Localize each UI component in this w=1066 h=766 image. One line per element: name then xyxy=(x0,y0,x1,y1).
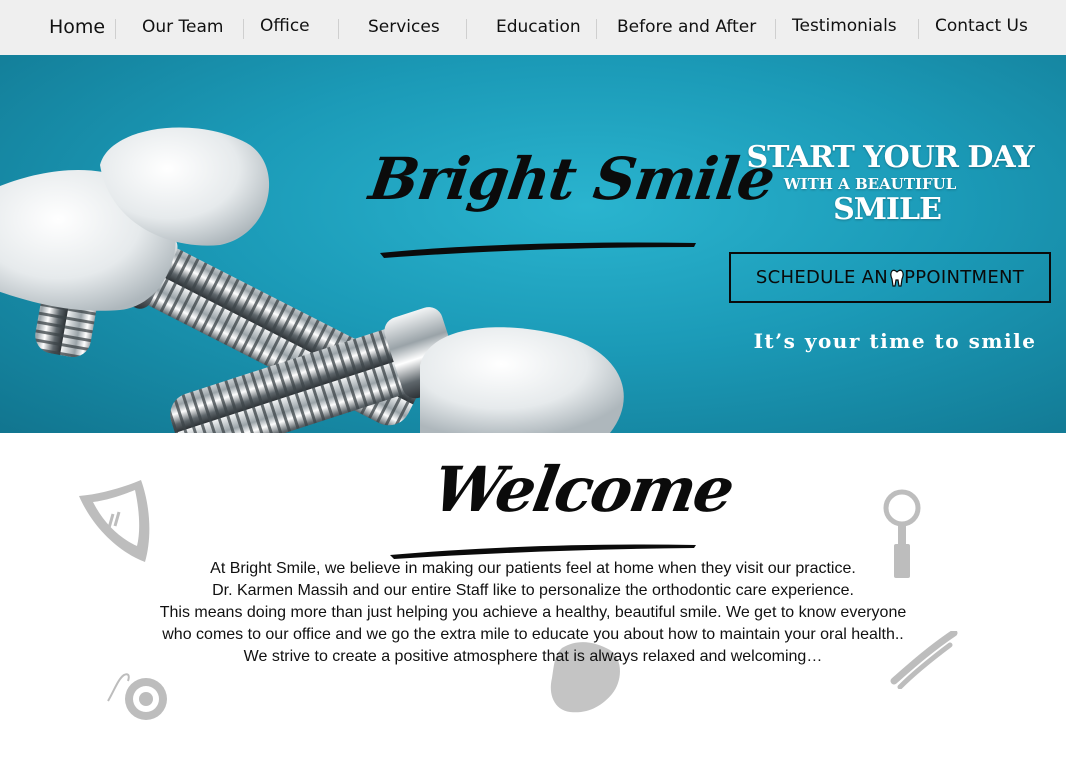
brand-logo: Bright Smile xyxy=(365,145,778,265)
welcome-heading: Welcome xyxy=(390,453,738,559)
main-navigation: Home Our Team Office Services Education … xyxy=(0,0,1066,55)
nav-office-link[interactable]: Office xyxy=(260,16,310,36)
welcome-line: At Bright Smile, we believe in making ou… xyxy=(210,560,856,577)
appointment-button-label-end: PPOINTMENT xyxy=(904,267,1025,288)
brush-stroke-decoration xyxy=(380,242,696,258)
brush-stroke-decoration xyxy=(390,544,696,559)
shield-icon xyxy=(79,480,150,562)
nav-our-team-link[interactable]: Our Team xyxy=(142,17,223,37)
nav-divider xyxy=(243,19,244,39)
welcome-line: Dr. Karmen Massih and our entire Staff l… xyxy=(212,582,854,599)
nav-divider xyxy=(918,19,919,39)
welcome-line: We strive to create a positive atmospher… xyxy=(243,648,823,665)
tagline-line-3: SMILE xyxy=(833,192,942,227)
nav-testimonials-link[interactable]: Testimonials xyxy=(792,16,897,36)
welcome-line: who comes to our office and we go the ex… xyxy=(162,626,904,643)
nav-services-link[interactable]: Services xyxy=(368,17,440,37)
welcome-line: This means doing more than just helping … xyxy=(159,604,907,621)
hero-slogan: It’s your time to smile xyxy=(753,329,1037,353)
hero-tagline: START YOUR DAY WITH A BEAUTIFUL SMILE xyxy=(730,141,1050,227)
tagline-line-2: WITH A BEAUTIFUL xyxy=(783,175,957,193)
nav-home-link[interactable]: Home xyxy=(49,16,105,38)
nav-divider xyxy=(338,19,339,39)
schedule-appointment-button[interactable]: SCHEDULE AN PPOINTMENT xyxy=(729,252,1051,303)
tagline-line-1: START YOUR DAY xyxy=(746,140,1034,175)
tooth-icon xyxy=(890,269,904,287)
welcome-section: Welcome At Bright Smile, we believe in m… xyxy=(0,433,1066,766)
nav-before-after-link[interactable]: Before and After xyxy=(617,17,756,37)
welcome-paragraph: At Bright Smile, we believe in making ou… xyxy=(100,558,966,668)
nav-divider xyxy=(115,19,116,39)
nav-contact-link[interactable]: Contact Us xyxy=(935,16,1028,36)
welcome-title: Welcome xyxy=(427,453,739,526)
nav-education-link[interactable]: Education xyxy=(496,17,581,37)
nav-divider xyxy=(466,19,467,39)
nav-divider xyxy=(775,19,776,39)
dental-floss-icon xyxy=(107,673,167,720)
appointment-button-label-start: SCHEDULE AN xyxy=(755,267,889,288)
hero-banner: Bright Smile START YOUR DAY WITH A BEAUT… xyxy=(0,55,1066,433)
nav-divider xyxy=(596,19,597,39)
